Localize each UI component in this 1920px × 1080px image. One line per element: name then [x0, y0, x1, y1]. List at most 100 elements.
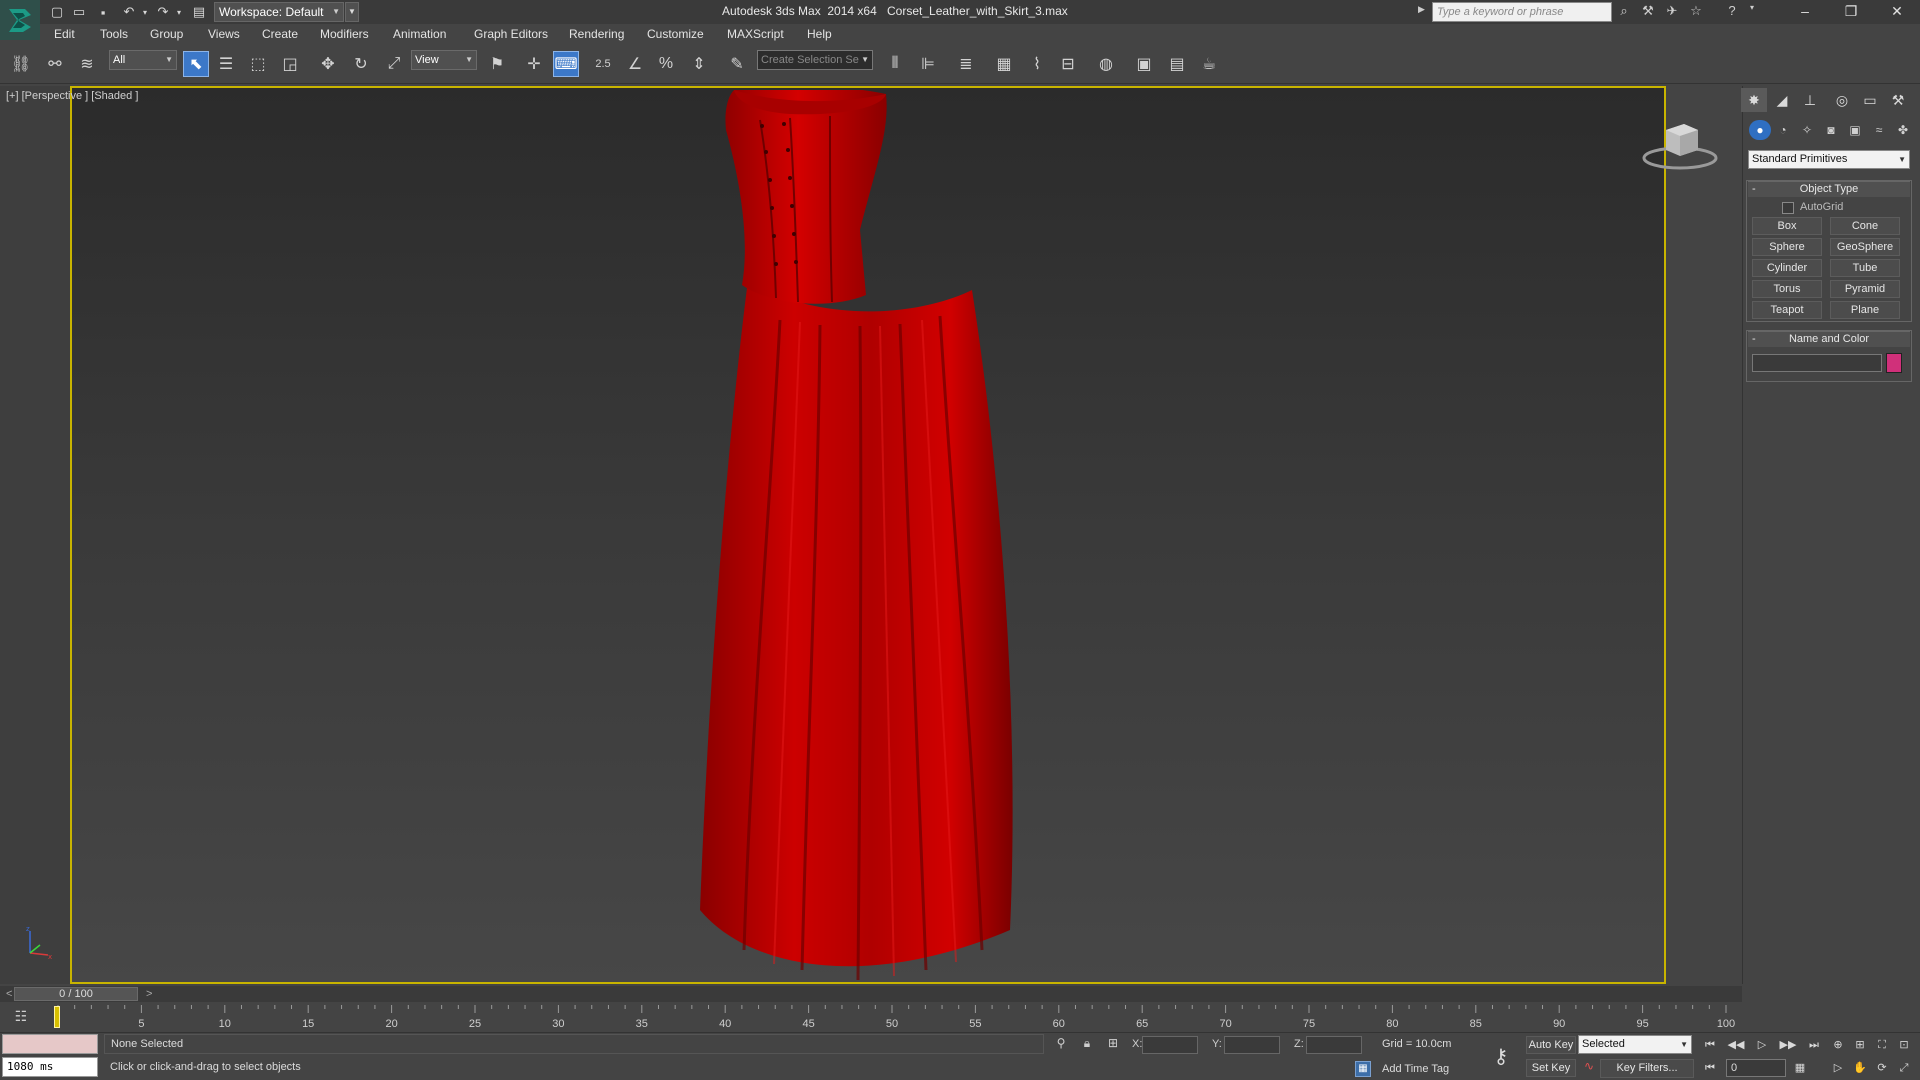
select-by-name-icon[interactable]: ☰ [213, 51, 239, 77]
x-coord-field[interactable] [1142, 1036, 1198, 1054]
snaps-toggle-icon[interactable]: 2.5 [590, 51, 616, 77]
key-mode-toggle-icon[interactable]: ⏮ [1700, 1059, 1720, 1077]
frame-ruler[interactable]: 5 10 15 20 25 30 35 40 45 50 55 60 65 70 75 80 85 90 95 100 [56, 1003, 1736, 1031]
new-file-icon[interactable]: ▢ [48, 3, 66, 21]
auto-key-button[interactable]: Auto Key [1526, 1036, 1576, 1054]
selection-filter-dropdown[interactable]: All ▼ [109, 50, 177, 70]
select-and-manipulate-icon[interactable]: ✛ [521, 51, 547, 77]
minimize-button[interactable]: – [1782, 0, 1828, 24]
torus-button[interactable]: Torus [1752, 280, 1822, 298]
menu-views[interactable]: Views [208, 27, 240, 41]
autogrid-checkbox[interactable] [1782, 202, 1794, 214]
select-and-link-icon[interactable]: ⛓ [8, 51, 34, 77]
dress-model[interactable] [690, 90, 1030, 980]
binoculars-icon[interactable]: ⌕ [1614, 3, 1634, 21]
time-configuration-icon[interactable]: ▦ [1790, 1059, 1810, 1077]
unlink-selection-icon[interactable]: ⚯ [42, 51, 68, 77]
maxscript-output[interactable]: 1080 ms [2, 1057, 98, 1077]
zoom-extents-all-icon[interactable]: ⊡ [1894, 1036, 1914, 1054]
keyboard-shortcut-override-icon[interactable]: ⌨ [553, 51, 579, 77]
zoom-icon[interactable]: ⊕ [1828, 1036, 1848, 1054]
object-color-swatch[interactable] [1886, 353, 1902, 373]
box-button[interactable]: Box [1752, 217, 1822, 235]
time-slider-thumb[interactable]: 0 / 100 [14, 987, 138, 1001]
object-category-dropdown[interactable]: Standard Primitives ▼ [1748, 150, 1910, 169]
object-type-rollout-header[interactable]: - Object Type [1748, 181, 1910, 197]
spinner-snap-icon[interactable]: ⇕ [686, 51, 712, 77]
sphere-button[interactable]: Sphere [1752, 238, 1822, 256]
display-tab-icon[interactable]: ▭ [1857, 88, 1883, 112]
field-of-view-icon[interactable]: ▷ [1828, 1059, 1848, 1077]
rendered-frame-window-icon[interactable]: ▤ [1164, 51, 1190, 77]
search-input[interactable]: Type a keyword or phrase [1432, 2, 1612, 22]
window-crossing-icon[interactable]: ◲ [277, 51, 303, 77]
save-file-icon[interactable]: ▪ [94, 3, 112, 21]
plane-button[interactable]: Plane [1830, 301, 1900, 319]
favorites-star-icon[interactable]: ☆ [1686, 3, 1706, 21]
bind-to-space-warp-icon[interactable]: ≋ [74, 51, 100, 77]
menu-edit[interactable]: Edit [54, 27, 75, 41]
close-button[interactable]: ✕ [1874, 0, 1920, 24]
pan-view-icon[interactable]: ✋ [1850, 1059, 1870, 1077]
play-icon[interactable]: ▷ [1752, 1036, 1772, 1054]
cameras-icon[interactable]: ◙ [1820, 120, 1842, 140]
redo-dropdown-icon[interactable]: ▾ [170, 3, 188, 21]
default-tangent-icon[interactable]: ∿ [1580, 1059, 1598, 1077]
utilities-tab-icon[interactable]: ⚒ [1885, 88, 1911, 112]
select-and-rotate-icon[interactable]: ↻ [348, 51, 374, 77]
select-object-icon[interactable]: ⬉ [183, 51, 209, 77]
help-icon[interactable]: ? [1722, 3, 1742, 21]
schematic-view-icon[interactable]: ⊟ [1055, 51, 1081, 77]
add-time-tag-icon[interactable]: ▦ [1355, 1061, 1371, 1077]
add-time-tag[interactable]: Add Time Tag [1382, 1063, 1449, 1075]
menu-animation[interactable]: Animation [393, 27, 446, 41]
menu-modifiers[interactable]: Modifiers [320, 27, 369, 41]
app-logo-icon[interactable] [0, 0, 40, 40]
menu-create[interactable]: Create [262, 27, 298, 41]
maximize-viewport-icon[interactable]: ⤢ [1894, 1059, 1914, 1077]
menu-graph-editors[interactable]: Graph Editors [474, 27, 548, 41]
percent-snap-icon[interactable]: % [653, 51, 679, 77]
reference-coordinate-dropdown[interactable]: View ▼ [411, 50, 477, 70]
align-icon[interactable]: ⊫ [915, 51, 941, 77]
go-to-end-icon[interactable]: ⏭ [1804, 1036, 1824, 1054]
key-mode-dropdown[interactable]: Selected ▼ [1578, 1035, 1692, 1054]
subscription-icon[interactable]: ⚒ [1638, 3, 1658, 21]
selection-lock-icon[interactable]: 🔒︎ [1078, 1036, 1096, 1054]
shapes-icon[interactable]: ◔ [1772, 120, 1794, 140]
object-name-input[interactable] [1752, 354, 1882, 372]
motion-tab-icon[interactable]: ◎ [1829, 88, 1855, 112]
viewcube-icon[interactable] [1640, 120, 1720, 172]
absolute-mode-transform-icon[interactable]: ⊞ [1104, 1036, 1122, 1054]
current-frame-marker[interactable] [54, 1006, 60, 1028]
cone-button[interactable]: Cone [1830, 217, 1900, 235]
teapot-button[interactable]: Teapot [1752, 301, 1822, 319]
menu-tools[interactable]: Tools [100, 27, 128, 41]
cylinder-button[interactable]: Cylinder [1752, 259, 1822, 277]
menu-maxscript[interactable]: MAXScript [727, 27, 784, 41]
mirror-icon[interactable]: ⫴ [882, 51, 908, 77]
communication-center-icon[interactable]: ✈ [1662, 3, 1682, 21]
current-frame-field[interactable]: 0 [1726, 1059, 1786, 1077]
pyramid-button[interactable]: Pyramid [1830, 280, 1900, 298]
previous-frame-icon[interactable]: ◀◀ [1726, 1036, 1746, 1054]
set-key-icon[interactable]: ⚷ [1486, 1044, 1516, 1068]
zoom-extents-icon[interactable]: ⛶ [1872, 1036, 1892, 1054]
angle-snap-icon[interactable]: ∠ [622, 51, 648, 77]
menu-group[interactable]: Group [150, 27, 183, 41]
quick-access-customize-icon[interactable]: ▼ [345, 2, 359, 22]
time-slider[interactable] [0, 986, 1742, 1002]
render-setup-icon[interactable]: ▣ [1131, 51, 1157, 77]
geometry-icon[interactable]: ● [1749, 120, 1771, 140]
zoom-all-icon[interactable]: ⊞ [1850, 1036, 1870, 1054]
search-expand-icon[interactable]: ▶ [1418, 4, 1428, 20]
render-production-icon[interactable]: ☕ [1196, 51, 1222, 77]
orbit-icon[interactable]: ⟳ [1872, 1059, 1892, 1077]
rectangular-selection-icon[interactable]: ⬚ [245, 51, 271, 77]
maxscript-listener-mini[interactable] [2, 1034, 98, 1054]
lights-icon[interactable]: ✧ [1796, 120, 1818, 140]
help-dropdown-icon[interactable]: ▾ [1742, 3, 1762, 21]
modify-tab-icon[interactable]: ◢ [1769, 88, 1795, 112]
select-and-scale-icon[interactable]: ⤢ [381, 51, 407, 77]
tube-button[interactable]: Tube [1830, 259, 1900, 277]
